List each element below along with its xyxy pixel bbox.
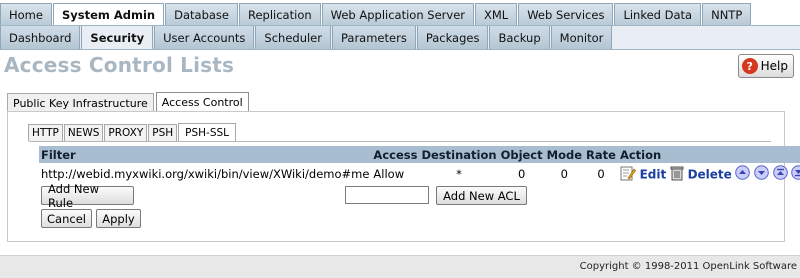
col-object: Object xyxy=(498,146,545,163)
subnav-parameters[interactable]: Parameters xyxy=(331,26,416,49)
help-icon: ? xyxy=(741,58,758,74)
col-filter: Filter xyxy=(39,146,372,163)
copyright: Copyright © 1998-2011 OpenLink Software xyxy=(579,261,797,272)
move-up-icon[interactable] xyxy=(735,165,751,183)
nav-replication[interactable]: Replication xyxy=(239,3,321,25)
nav-xml[interactable]: XML xyxy=(475,3,518,25)
edit-icon[interactable] xyxy=(620,165,636,184)
tab-news[interactable]: NEWS xyxy=(63,124,104,141)
nav-home[interactable]: Home xyxy=(0,3,52,25)
acl-table-header: Filter Access Destination Object Mode Ra… xyxy=(39,146,800,163)
secondary-nav: Dashboard Security User Accounts Schedul… xyxy=(0,26,800,50)
page-title: Access Control Lists xyxy=(4,53,235,77)
move-top-icon[interactable] xyxy=(772,165,788,183)
add-new-acl-button[interactable]: Add New ACL xyxy=(436,186,527,205)
tab-http[interactable]: HTTP xyxy=(28,124,63,141)
footer: Copyright © 1998-2011 OpenLink Software xyxy=(0,255,800,278)
outer-tab-bar: Public Key Infrastructure Access Control xyxy=(7,92,251,112)
acl-name-input[interactable] xyxy=(345,186,429,204)
cell-rate: 0 xyxy=(597,167,605,181)
subnav-security[interactable]: Security xyxy=(81,26,154,49)
cell-access: Allow xyxy=(373,167,405,181)
subnav-scheduler[interactable]: Scheduler xyxy=(255,26,331,49)
nav-web-application-server[interactable]: Web Application Server xyxy=(321,3,474,25)
tab-access-control[interactable]: Access Control xyxy=(155,92,249,112)
nav-web-services[interactable]: Web Services xyxy=(518,3,614,25)
subnav-user-accounts[interactable]: User Accounts xyxy=(154,26,255,49)
help-label: Help xyxy=(760,59,788,73)
col-rate: Rate xyxy=(584,146,618,163)
subnav-backup[interactable]: Backup xyxy=(489,26,550,49)
nav-nntp[interactable]: NNTP xyxy=(702,3,752,25)
nav-database[interactable]: Database xyxy=(165,3,238,25)
edit-link[interactable]: Edit xyxy=(640,167,667,181)
subnav-packages[interactable]: Packages xyxy=(416,26,489,49)
apply-button[interactable]: Apply xyxy=(96,209,141,228)
protocol-tab-bar: HTTP NEWS PROXY PSH PSH-SSL xyxy=(28,123,237,141)
col-mode: Mode xyxy=(544,146,585,163)
delete-link[interactable]: Delete xyxy=(688,167,732,181)
subnav-dashboard[interactable]: Dashboard xyxy=(0,26,81,49)
cell-object: 0 xyxy=(517,167,526,181)
col-destination: Destination xyxy=(419,146,499,163)
tab-proxy[interactable]: PROXY xyxy=(104,124,148,141)
table-row: http://webid.myxwiki.org/xwiki/bin/view/… xyxy=(39,163,800,185)
cancel-button[interactable]: Cancel xyxy=(41,209,92,228)
acl-table: Filter Access Destination Object Mode Ra… xyxy=(39,146,800,185)
tab-psh[interactable]: PSH xyxy=(148,124,178,141)
nav-system-admin[interactable]: System Admin xyxy=(52,3,165,25)
cell-mode: 0 xyxy=(560,167,568,181)
tab-psh-ssl[interactable]: PSH-SSL xyxy=(178,123,237,141)
primary-nav: Home System Admin Database Replication W… xyxy=(0,0,800,26)
move-down-icon[interactable] xyxy=(754,165,769,183)
cell-destination: * xyxy=(456,167,462,181)
col-action: Action xyxy=(617,146,800,163)
trash-icon[interactable] xyxy=(670,165,684,184)
col-access: Access xyxy=(371,146,420,163)
subnav-monitor[interactable]: Monitor xyxy=(550,26,613,49)
cell-actions: Edit Delete xyxy=(618,163,800,185)
move-bottom-icon[interactable] xyxy=(791,165,800,183)
tab-public-key-infrastructure[interactable]: Public Key Infrastructure xyxy=(7,93,154,112)
help-button[interactable]: ? Help xyxy=(737,54,794,78)
add-new-rule-button[interactable]: Add New Rule xyxy=(41,182,134,210)
nav-linked-data[interactable]: Linked Data xyxy=(614,3,702,25)
